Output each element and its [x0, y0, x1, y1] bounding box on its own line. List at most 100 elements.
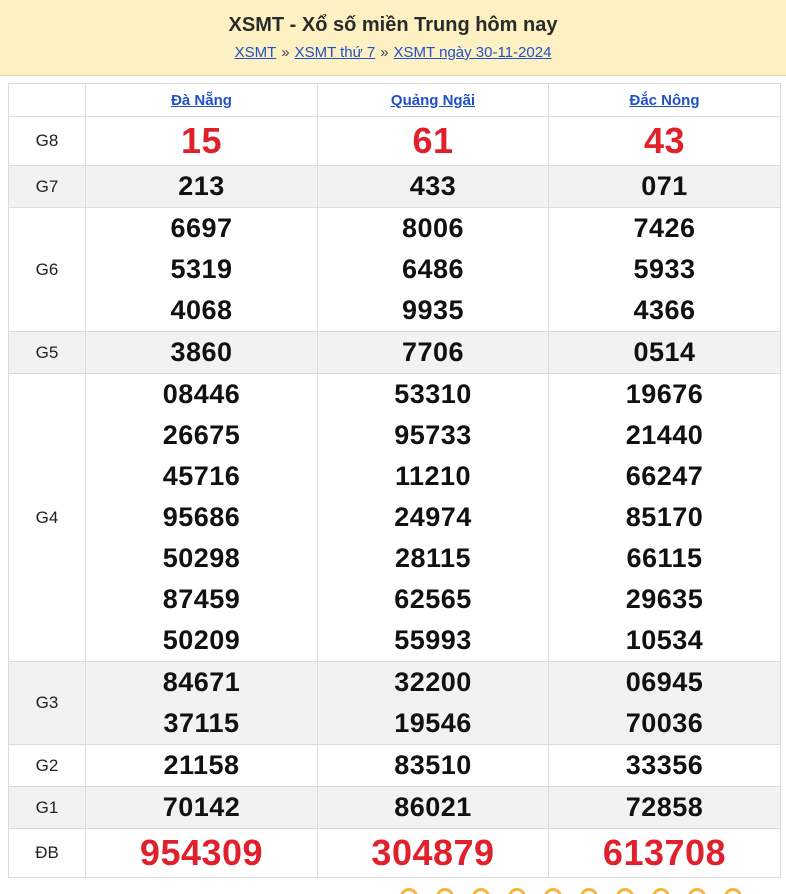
prize-number: 6697 — [170, 213, 233, 243]
prize-number: 72858 — [625, 792, 704, 822]
table-row: G6 6697 5319 4068 8006 6486 9935 7426 5933 4366 — [8, 207, 781, 332]
page-header: XSMT - Xổ số miền Trung hôm nay XSMT» XSM… — [0, 0, 786, 76]
province-link-quang-ngai[interactable]: Quảng Ngãi — [391, 92, 475, 109]
prize-number: 24974 — [394, 502, 472, 532]
prize-number: 62565 — [394, 584, 472, 614]
prize-cell: 7706 — [317, 331, 549, 374]
prize-cell: 433 — [317, 165, 549, 208]
prize-cell: 06945 70036 — [548, 661, 781, 745]
breadcrumb: XSMT» XSMT thứ 7» XSMT ngày 30-11-2024 — [0, 44, 786, 61]
prize-number: 53310 — [394, 379, 472, 409]
prize-number: 8006 — [401, 213, 465, 243]
decorative-border — [400, 888, 786, 894]
prize-label: G6 — [8, 207, 86, 332]
prize-cell: 15 — [85, 116, 318, 166]
prize-number: 19676 — [625, 379, 704, 409]
prize-number: 70142 — [162, 792, 241, 822]
prize-number: 95733 — [394, 420, 472, 450]
prize-number: 9935 — [401, 295, 465, 325]
province-link-da-nang[interactable]: Đà Nẵng — [171, 92, 232, 109]
breadcrumb-separator: » — [281, 44, 290, 61]
prize-number: 06945 — [625, 667, 704, 697]
prize-number: 4068 — [170, 295, 233, 325]
prize-label: G2 — [8, 744, 86, 787]
prize-cell: 84671 37115 — [85, 661, 318, 745]
breadcrumb-separator: » — [380, 44, 389, 61]
prize-number: 08446 — [162, 379, 241, 409]
prize-number: 50209 — [162, 625, 241, 655]
province-header: Đà Nẵng — [85, 83, 318, 117]
prize-number: 0514 — [633, 337, 696, 367]
prize-number: 5319 — [170, 254, 233, 284]
prize-number: 87459 — [162, 584, 241, 614]
prize-cell: 8006 6486 9935 — [317, 207, 549, 332]
prize-number: 7426 — [633, 213, 696, 243]
prize-label: G4 — [8, 373, 86, 662]
table-row: G5 3860 7706 0514 — [8, 331, 781, 374]
prize-label: G1 — [8, 786, 86, 829]
prize-number: 32200 — [394, 667, 472, 697]
province-header: Quảng Ngãi — [317, 83, 549, 117]
prize-number: 954309 — [139, 832, 264, 873]
breadcrumb-link-xsmt-thu-7[interactable]: XSMT thứ 7 — [295, 44, 376, 61]
prize-cell: 53310 95733 11210 24974 28115 62565 55993 — [317, 373, 549, 662]
prize-number: 66115 — [626, 543, 703, 573]
prize-number: 213 — [178, 171, 225, 201]
prize-number: 45716 — [162, 461, 241, 491]
prize-cell: 19676 21440 66247 85170 66115 29635 10534 — [548, 373, 781, 662]
table-row: G1 70142 86021 72858 — [8, 786, 781, 829]
prize-label: G5 — [8, 331, 86, 374]
table-row: G2 21158 83510 33356 — [8, 744, 781, 787]
prize-number: 433 — [409, 171, 457, 201]
prize-cell: 08446 26675 45716 95686 50298 87459 50209 — [85, 373, 318, 662]
prize-number: 10534 — [625, 625, 704, 655]
prize-number: 21158 — [163, 750, 240, 780]
prize-number: 66247 — [625, 461, 704, 491]
prize-number: 61 — [412, 120, 454, 161]
prize-number: 19546 — [394, 708, 472, 738]
prize-number: 071 — [641, 171, 688, 201]
prize-cell: 21158 — [85, 744, 318, 787]
prize-number: 70036 — [625, 708, 704, 738]
table-row: G4 08446 26675 45716 95686 50298 87459 50209 533… — [8, 373, 781, 662]
prize-number: 5933 — [633, 254, 696, 284]
table-row: G3 84671 37115 32200 19546 06945 70036 — [8, 661, 781, 745]
results-body: G8 15 61 43 G7 213 433 071 G6 6697 5319 4068 8006 648… — [8, 116, 781, 878]
prize-cell: 613708 — [548, 828, 781, 878]
prize-label: G7 — [8, 165, 86, 208]
prize-cell: 6697 5319 4068 — [85, 207, 318, 332]
prize-number: 11210 — [394, 461, 472, 491]
prize-number: 95686 — [162, 502, 241, 532]
prize-number: 7706 — [401, 337, 465, 367]
prize-number: 33356 — [625, 750, 704, 780]
prize-cell: 213 — [85, 165, 318, 208]
prize-number: 304879 — [371, 832, 495, 873]
table-header-row: Đà Nẵng Quảng Ngãi Đắc Nông — [8, 83, 781, 117]
breadcrumb-link-xsmt-date[interactable]: XSMT ngày 30-11-2024 — [394, 44, 552, 61]
province-link-dac-nong[interactable]: Đắc Nông — [629, 92, 699, 109]
prize-cell: 86021 — [317, 786, 549, 829]
prize-cell: 0514 — [548, 331, 781, 374]
prize-cell: 72858 — [548, 786, 781, 829]
prize-cell: 3860 — [85, 331, 318, 374]
prize-number: 43 — [643, 120, 686, 161]
prize-number: 21440 — [625, 420, 704, 450]
prize-cell: 70142 — [85, 786, 318, 829]
breadcrumb-link-xsmt[interactable]: XSMT — [235, 44, 277, 61]
prize-number: 6486 — [401, 254, 465, 284]
prize-label: ĐB — [8, 828, 86, 878]
prize-cell: 43 — [548, 116, 781, 166]
header-blank-cell — [8, 83, 86, 117]
prize-cell: 83510 — [317, 744, 549, 787]
prize-cell: 7426 5933 4366 — [548, 207, 781, 332]
prize-number: 86021 — [394, 792, 472, 822]
table-row: G7 213 433 071 — [8, 165, 781, 208]
prize-cell: 32200 19546 — [317, 661, 549, 745]
prize-number: 29635 — [625, 584, 704, 614]
prize-label: G3 — [8, 661, 86, 745]
prize-label: G8 — [8, 116, 86, 166]
prize-number: 4366 — [633, 295, 696, 325]
prize-number: 613708 — [602, 832, 727, 873]
results-table: Đà Nẵng Quảng Ngãi Đắc Nông G8 15 61 43 G7 21… — [8, 83, 781, 878]
prize-number: 83510 — [394, 750, 472, 780]
